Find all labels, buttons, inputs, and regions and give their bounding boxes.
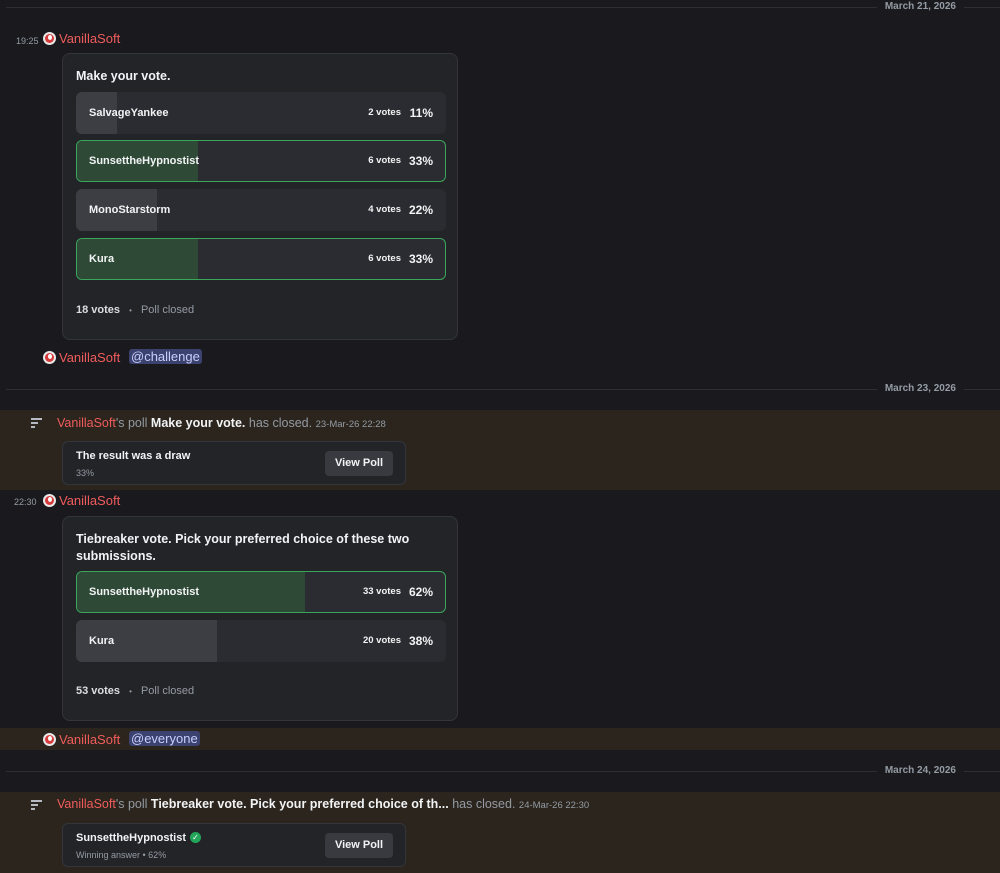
message-timestamp: 22:30 — [14, 497, 37, 507]
poll-option-label: SalvageYankee — [89, 107, 169, 119]
avatar[interactable] — [43, 733, 56, 746]
view-poll-button[interactable]: View Poll — [325, 833, 393, 858]
poll-question: Tiebreaker vote. Pick your preferred cho… — [76, 532, 410, 563]
avatar[interactable] — [43, 32, 56, 45]
poll-option-label: Kura — [89, 635, 115, 647]
system-text: 's poll — [115, 416, 148, 430]
poll-result-subtitle: Winning answer • 62% — [76, 850, 167, 860]
poll-question: Make your vote. — [76, 69, 171, 83]
username[interactable]: VanillaSoft — [59, 31, 120, 46]
poll-option[interactable]: SunsettheHypnostist 6 votes 33% — [76, 140, 446, 182]
poll-option-label: Kura — [89, 253, 115, 265]
system-timestamp: 24-Mar-26 22:30 — [518, 800, 590, 811]
poll-total-votes: 53 votes — [76, 685, 121, 697]
message-timestamp: 19:25 — [16, 36, 39, 46]
date-divider — [6, 7, 1000, 8]
poll-option[interactable]: Kura 6 votes 33% — [76, 238, 446, 280]
date-label: March 23, 2026 — [876, 383, 964, 394]
poll-option-percent: 33% — [408, 154, 433, 168]
date-label: March 24, 2026 — [876, 765, 964, 776]
system-username[interactable]: VanillaSoft — [57, 797, 116, 811]
poll-option[interactable]: Kura 20 votes 38% — [76, 620, 446, 662]
poll-footer: 18 votes • Poll closed — [76, 304, 194, 316]
poll-option-votes: 4 votes — [368, 204, 401, 215]
poll-option-percent: 22% — [408, 203, 433, 217]
poll-option[interactable]: SalvageYankee 2 votes 11% — [76, 92, 446, 134]
poll-total-votes: 18 votes — [76, 304, 121, 316]
date-divider — [6, 389, 1000, 390]
date-divider — [6, 771, 1000, 772]
username[interactable]: VanillaSoft — [59, 350, 120, 365]
poll-result-subtitle: 33% — [76, 468, 95, 478]
system-text: has closed. — [248, 416, 313, 430]
system-text: has closed. — [452, 797, 516, 811]
poll-footer: 53 votes • Poll closed — [76, 685, 194, 697]
poll-status: Poll closed — [140, 304, 195, 316]
poll-option-percent: 33% — [408, 252, 433, 266]
poll-option-votes: 20 votes — [362, 635, 401, 646]
system-username[interactable]: VanillaSoft — [57, 416, 116, 430]
check-circle-icon: ✓ — [190, 831, 202, 843]
username[interactable]: VanillaSoft — [59, 493, 120, 508]
poll-result-icon — [31, 800, 43, 810]
avatar[interactable] — [43, 494, 56, 507]
role-mention[interactable]: @challenge — [129, 349, 202, 364]
system-poll-question[interactable]: Tiebreaker vote. Pick your preferred cho… — [151, 797, 449, 811]
poll-closed-notice: VanillaSoft's poll Make your vote. has c… — [57, 416, 386, 430]
poll-option-percent: 11% — [409, 106, 433, 120]
poll-option-percent: 38% — [408, 634, 433, 648]
poll-option-percent: 62% — [408, 585, 433, 599]
poll-option-label: SunsettheHypnostist — [89, 586, 200, 598]
winning-answer-name: SunsettheHypnostist — [76, 832, 187, 844]
username[interactable]: VanillaSoft — [59, 732, 120, 747]
poll-closed-notice: VanillaSoft's poll Tiebreaker vote. Pick… — [57, 797, 589, 811]
system-text: 's poll — [115, 797, 148, 811]
poll-option[interactable]: SunsettheHypnostist 33 votes 62% — [76, 571, 446, 613]
poll-option-votes: 6 votes — [368, 155, 401, 166]
view-poll-button[interactable]: View Poll — [325, 451, 393, 476]
poll-footer-separator: • — [129, 306, 132, 315]
poll-option[interactable]: MonoStarstorm 4 votes 22% — [76, 189, 446, 231]
poll-result-title: The result was a draw — [76, 450, 191, 462]
poll-option-votes: 33 votes — [362, 586, 401, 597]
poll-result-card: SunsettheHypnostist ✓ Winning answer • 62… — [62, 823, 406, 867]
poll-card: Tiebreaker vote. Pick your preferred cho… — [62, 516, 458, 721]
system-poll-question[interactable]: Make your vote. — [151, 416, 245, 430]
poll-option-votes: 6 votes — [368, 253, 401, 264]
date-label: March 21, 2026 — [876, 1, 964, 12]
poll-result-card: The result was a draw 33% View Poll — [62, 441, 406, 485]
poll-option-label: SunsettheHypnostist — [89, 155, 200, 167]
poll-card: Make your vote. SalvageYankee 2 votes 11… — [62, 53, 458, 340]
poll-footer-separator: • — [129, 687, 132, 696]
everyone-mention[interactable]: @everyone — [129, 731, 200, 746]
poll-option-votes: 2 votes — [368, 107, 401, 118]
poll-option-label: MonoStarstorm — [89, 204, 171, 216]
system-timestamp: 23-Mar-26 22:28 — [315, 419, 386, 430]
avatar[interactable] — [43, 351, 56, 364]
poll-result-icon — [31, 418, 43, 428]
poll-status: Poll closed — [140, 685, 195, 697]
poll-result-title: SunsettheHypnostist ✓ — [76, 831, 202, 844]
